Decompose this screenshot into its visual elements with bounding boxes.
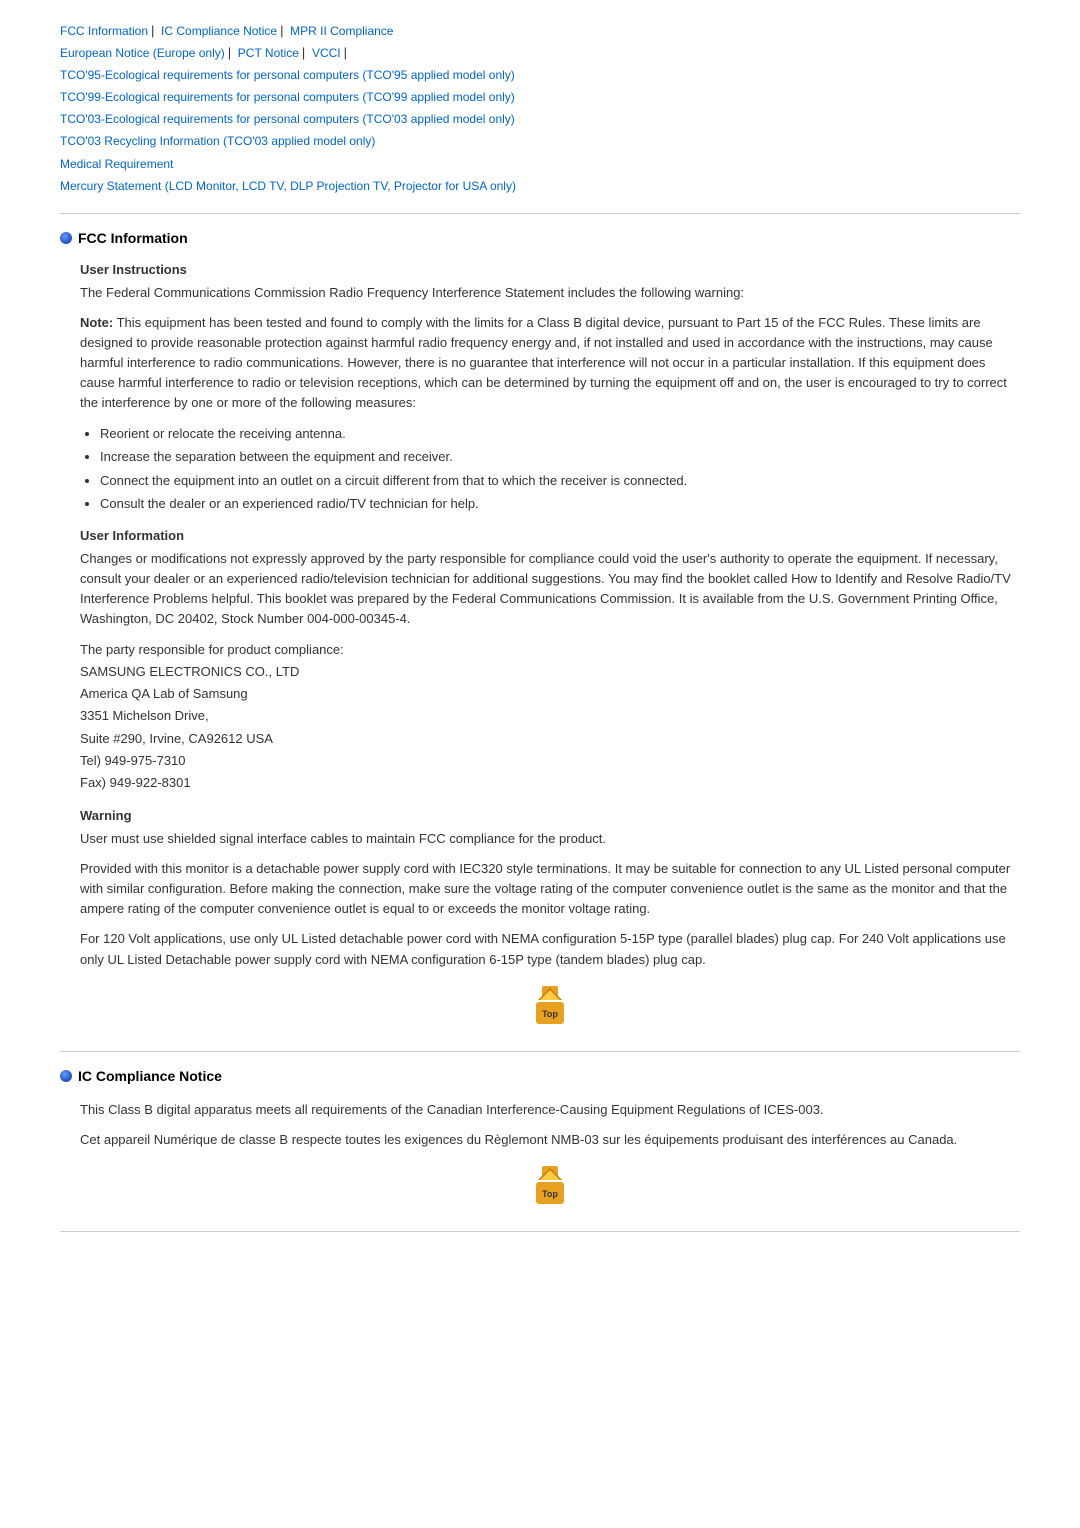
fcc-section-title: FCC Information bbox=[78, 230, 188, 246]
ic-divider bbox=[60, 1231, 1020, 1232]
fcc-measures-list: Reorient or relocate the receiving anten… bbox=[80, 424, 1020, 514]
top-divider bbox=[60, 213, 1020, 214]
address-line-1: America QA Lab of Samsung bbox=[80, 686, 248, 701]
ic-para2: Cet appareil Numérique de classe B respe… bbox=[80, 1130, 1020, 1150]
measure-1: Reorient or relocate the receiving anten… bbox=[100, 424, 1020, 444]
ic-section-title: IC Compliance Notice bbox=[78, 1068, 222, 1084]
ic-section-content: This Class B digital apparatus meets all… bbox=[60, 1100, 1020, 1211]
ic-dot-icon bbox=[60, 1070, 72, 1082]
svg-text:Top: Top bbox=[542, 1189, 558, 1199]
sep1: | bbox=[151, 23, 154, 38]
ic-top-button[interactable]: Top bbox=[528, 1164, 572, 1211]
note-body: This equipment has been tested and found… bbox=[80, 315, 1007, 411]
address-line-2: 3351 Michelson Drive, bbox=[80, 708, 209, 723]
fcc-section: FCC Information User Instructions The Fe… bbox=[60, 230, 1020, 1031]
measure-2: Increase the separation between the equi… bbox=[100, 447, 1020, 467]
nav-mercury[interactable]: Mercury Statement (LCD Monitor, LCD TV, … bbox=[60, 179, 516, 193]
ic-section-header: IC Compliance Notice bbox=[60, 1068, 1020, 1084]
fcc-section-header: FCC Information bbox=[60, 230, 1020, 246]
nav-tco99[interactable]: TCO'99-Ecological requirements for perso… bbox=[60, 90, 515, 104]
fcc-dot-icon bbox=[60, 232, 72, 244]
sep5: | bbox=[344, 45, 347, 60]
warning-heading: Warning bbox=[80, 808, 1020, 823]
measure-3: Connect the equipment into an outlet on … bbox=[100, 471, 1020, 491]
ic-para1: This Class B digital apparatus meets all… bbox=[80, 1100, 1020, 1120]
sep3: | bbox=[228, 45, 231, 60]
user-information-para1: Changes or modifications not expressly a… bbox=[80, 549, 1020, 630]
top-arrow-icon: Top bbox=[528, 984, 572, 1028]
warning-para2: Provided with this monitor is a detachab… bbox=[80, 859, 1020, 919]
sep2: | bbox=[280, 23, 283, 38]
nav-tco03r[interactable]: TCO'03 Recycling Information (TCO'03 app… bbox=[60, 134, 375, 148]
address-line-5: Fax) 949-922-8301 bbox=[80, 775, 191, 790]
address-block: The party responsible for product compli… bbox=[80, 639, 1020, 794]
party-label: The party responsible for product compli… bbox=[80, 642, 344, 657]
fcc-top-button-container: Top bbox=[80, 984, 1020, 1031]
nav-ic[interactable]: IC Compliance Notice bbox=[161, 24, 277, 38]
fcc-divider bbox=[60, 1051, 1020, 1052]
warning-para1: User must use shielded signal interface … bbox=[80, 829, 1020, 849]
measure-4: Consult the dealer or an experienced rad… bbox=[100, 494, 1020, 514]
nav-eu[interactable]: European Notice (Europe only) bbox=[60, 46, 225, 60]
address-line-3: Suite #290, Irvine, CA92612 USA bbox=[80, 731, 273, 746]
nav-pct[interactable]: PCT Notice bbox=[238, 46, 299, 60]
user-instructions-heading: User Instructions bbox=[80, 262, 1020, 277]
nav-medical[interactable]: Medical Requirement bbox=[60, 157, 173, 171]
nav-fcc[interactable]: FCC Information bbox=[60, 24, 148, 38]
nav-tco95[interactable]: TCO'95-Ecological requirements for perso… bbox=[60, 68, 515, 82]
nav-vcci[interactable]: VCCI bbox=[312, 46, 341, 60]
nav-mpr[interactable]: MPR II Compliance bbox=[290, 24, 393, 38]
navigation-links: FCC Information| IC Compliance Notice| M… bbox=[60, 20, 1020, 197]
fcc-note: Note: This equipment has been tested and… bbox=[80, 313, 1020, 414]
ic-top-arrow-icon: Top bbox=[528, 1164, 572, 1208]
ic-top-button-container: Top bbox=[80, 1164, 1020, 1211]
sep4: | bbox=[302, 45, 305, 60]
address-line-4: Tel) 949-975-7310 bbox=[80, 753, 186, 768]
note-prefix: Note: bbox=[80, 315, 113, 330]
fcc-section-content: User Instructions The Federal Communicat… bbox=[60, 262, 1020, 1031]
svg-text:Top: Top bbox=[542, 1009, 558, 1019]
user-information-heading: User Information bbox=[80, 528, 1020, 543]
warning-para3: For 120 Volt applications, use only UL L… bbox=[80, 929, 1020, 969]
fcc-top-button[interactable]: Top bbox=[528, 984, 572, 1031]
nav-tco03[interactable]: TCO'03-Ecological requirements for perso… bbox=[60, 112, 515, 126]
ic-section: IC Compliance Notice This Class B digita… bbox=[60, 1068, 1020, 1211]
company-name: SAMSUNG ELECTRONICS CO., LTD bbox=[80, 664, 299, 679]
user-instructions-intro: The Federal Communications Commission Ra… bbox=[80, 283, 1020, 303]
